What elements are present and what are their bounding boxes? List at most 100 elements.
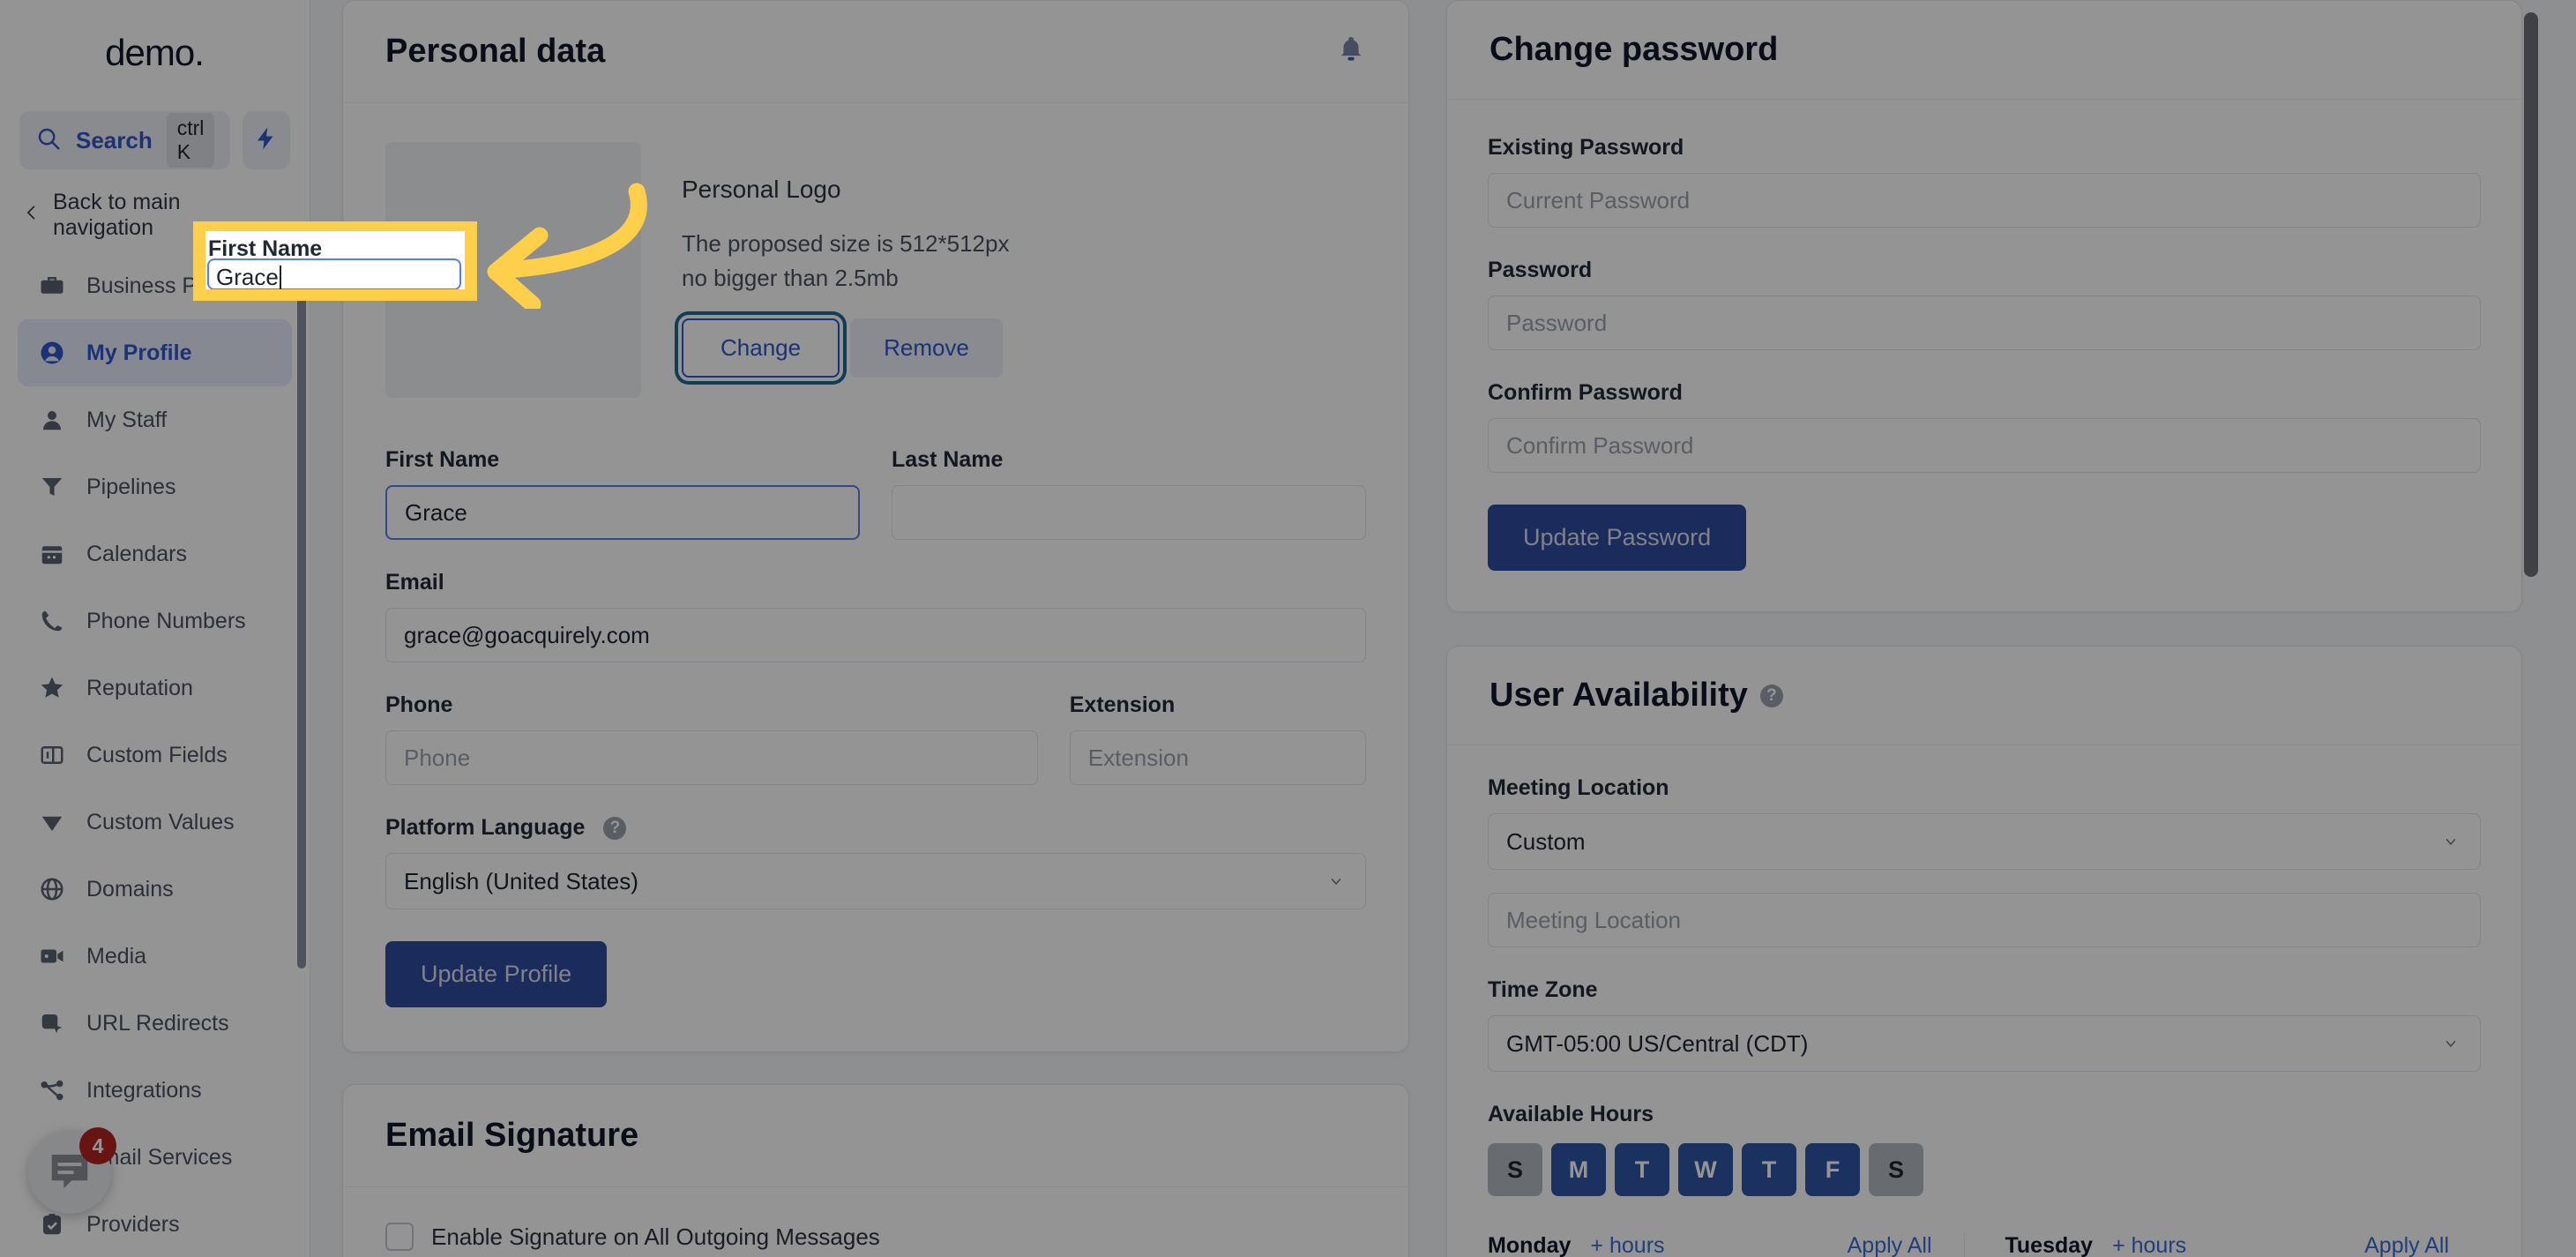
- question-mark-icon[interactable]: ?: [603, 817, 627, 841]
- quick-actions-button[interactable]: [243, 111, 290, 169]
- platform-language-label-text: Platform Language: [385, 815, 586, 840]
- time-zone-select[interactable]: GMT-05:00 US/Central (CDT): [1488, 1015, 2481, 1072]
- sidebar-label: My Staff: [86, 407, 168, 432]
- first-name-input[interactable]: [385, 485, 860, 540]
- lightning-bolt-icon: [253, 123, 280, 158]
- sidebar-item-custom-fields[interactable]: Custom Fields: [18, 722, 292, 789]
- phone-input[interactable]: [385, 730, 1038, 785]
- enable-signature-label: Enable Signature on All Outgoing Message…: [431, 1223, 880, 1250]
- personal-data-card: Personal data + Personal Logo The propos…: [342, 0, 1409, 1052]
- time-zone-value: GMT-05:00 US/Central (CDT): [1506, 1029, 1809, 1057]
- user-circle-icon: [37, 338, 67, 368]
- text-field-icon: [37, 740, 67, 770]
- chevron-down-icon: [2439, 1030, 2462, 1058]
- sidebar-scrollbar[interactable]: [297, 263, 306, 969]
- sidebar-item-media[interactable]: Media: [18, 923, 292, 990]
- day-toggle-wednesday[interactable]: W: [1678, 1143, 1733, 1196]
- schedule-monday-head: Monday + hours Apply All: [1488, 1233, 1932, 1257]
- email-group: Email: [385, 570, 1366, 662]
- change-logo-button[interactable]: Change: [682, 318, 840, 378]
- last-name-group: Last Name: [892, 447, 1366, 540]
- logo-hint-line-1: The proposed size is 512*512px: [682, 230, 1010, 257]
- confirm-password-input[interactable]: [1488, 418, 2481, 473]
- sidebar-item-calendars[interactable]: Calendars: [18, 520, 292, 587]
- bell-icon[interactable]: [1336, 34, 1366, 69]
- sidebar-item-reputation[interactable]: Reputation: [18, 655, 292, 722]
- add-hours-link[interactable]: + hours: [2112, 1233, 2186, 1257]
- gem-icon: [37, 807, 67, 837]
- extension-group: Extension: [1069, 692, 1366, 785]
- email-label: Email: [385, 570, 444, 595]
- day-toggle-thursday[interactable]: T: [1742, 1143, 1796, 1196]
- first-name-group: First Name: [385, 447, 860, 540]
- funnel-icon: [37, 472, 67, 502]
- sidebar-item-url-redirects[interactable]: URL Redirects: [18, 990, 292, 1057]
- search-shortcut: ctrl K: [166, 113, 215, 168]
- last-name-input[interactable]: [892, 485, 1366, 540]
- curved-arrow-left-icon: [487, 183, 647, 309]
- page-title: Personal data: [385, 33, 606, 70]
- enable-signature-row[interactable]: Enable Signature on All Outgoing Message…: [385, 1223, 1366, 1251]
- user-availability-header: User Availability ?: [1447, 647, 2521, 745]
- existing-password-input[interactable]: [1488, 173, 2481, 228]
- email-signature-header: Email Signature: [343, 1085, 1408, 1187]
- share-nodes-icon: [37, 1075, 67, 1105]
- right-column: Change password Existing Password Passwo…: [1446, 0, 2538, 1257]
- name-fields-row: First Name Last Name: [385, 447, 1366, 540]
- day-toggle-monday[interactable]: M: [1551, 1143, 1606, 1196]
- sidebar-item-domains[interactable]: Domains: [18, 856, 292, 923]
- day-toggle-saturday[interactable]: S: [1869, 1143, 1923, 1196]
- sidebar-label: Media: [86, 943, 147, 969]
- available-hours-group: Available Hours S M T W T F S: [1488, 1102, 2481, 1196]
- cursor-click-icon: [37, 1008, 67, 1038]
- day-toggle-sunday[interactable]: S: [1488, 1143, 1542, 1196]
- remove-logo-button[interactable]: Remove: [850, 318, 1003, 378]
- schedule-monday: Monday + hours Apply All 12:00 AM ✕: [1488, 1233, 1964, 1257]
- sidebar-item-phone-numbers[interactable]: Phone Numbers: [18, 587, 292, 655]
- meeting-location-input[interactable]: [1488, 893, 2481, 947]
- platform-language-select[interactable]: English (United States): [385, 853, 1366, 909]
- question-mark-icon[interactable]: ?: [1759, 684, 1783, 707]
- last-name-label: Last Name: [892, 447, 1004, 472]
- email-input[interactable]: [385, 608, 1366, 662]
- sidebar-label: My Profile: [86, 340, 192, 365]
- phone-label: Phone: [385, 692, 453, 717]
- meeting-location-group: Meeting Location Custom: [1488, 775, 2481, 870]
- chat-unread-count: 4: [79, 1127, 116, 1164]
- password-group: Password: [1488, 258, 2481, 350]
- logo-meta: Personal Logo The proposed size is 512*5…: [682, 142, 1009, 378]
- sidebar-item-custom-values[interactable]: Custom Values: [18, 789, 292, 856]
- sidebar-item-integrations[interactable]: Integrations: [18, 1057, 292, 1124]
- add-hours-link[interactable]: + hours: [1590, 1233, 1664, 1257]
- extension-input[interactable]: [1069, 730, 1366, 785]
- change-password-body: Existing Password Password Confirm Passw…: [1447, 100, 2521, 611]
- day-toggle-tuesday[interactable]: T: [1615, 1143, 1669, 1196]
- sidebar-item-my-staff[interactable]: My Staff: [18, 386, 292, 453]
- day-toggle-friday[interactable]: F: [1805, 1143, 1860, 1196]
- user-availability-body: Meeting Location Custom Time Zone GMT-0: [1447, 745, 2521, 1257]
- sidebar-nav-list: Business Profile My Profile My Staff Pip…: [0, 252, 310, 1257]
- apply-all-link[interactable]: Apply All: [1848, 1233, 1932, 1257]
- email-signature-title: Email Signature: [385, 1117, 639, 1154]
- personal-logo-label: Personal Logo: [682, 176, 841, 203]
- user-icon: [37, 405, 67, 435]
- meeting-location-select[interactable]: Custom: [1488, 813, 2481, 870]
- first-name-label: First Name: [385, 447, 500, 472]
- clipboard-check-icon: [37, 1209, 67, 1239]
- brand-name: demo: [105, 32, 195, 73]
- briefcase-icon: [37, 271, 67, 301]
- search-button[interactable]: Search ctrl K: [19, 111, 231, 169]
- brand-dot: .: [194, 32, 205, 73]
- logo-hint-line-2: no bigger than 2.5mb: [682, 265, 899, 291]
- chat-widget-button[interactable]: 4: [28, 1127, 116, 1214]
- apply-all-link[interactable]: Apply All: [2364, 1233, 2449, 1257]
- change-password-title: Change password: [1490, 31, 1779, 68]
- page-scrollbar[interactable]: [2524, 12, 2538, 577]
- update-profile-button[interactable]: Update Profile: [385, 941, 608, 1007]
- sidebar-item-my-profile[interactable]: My Profile: [18, 319, 292, 386]
- sidebar-item-pipelines[interactable]: Pipelines: [18, 453, 292, 520]
- update-password-button[interactable]: Update Password: [1488, 505, 1747, 571]
- password-input[interactable]: [1488, 296, 2481, 350]
- change-password-card: Change password Existing Password Passwo…: [1446, 0, 2522, 612]
- enable-signature-checkbox[interactable]: [385, 1223, 414, 1251]
